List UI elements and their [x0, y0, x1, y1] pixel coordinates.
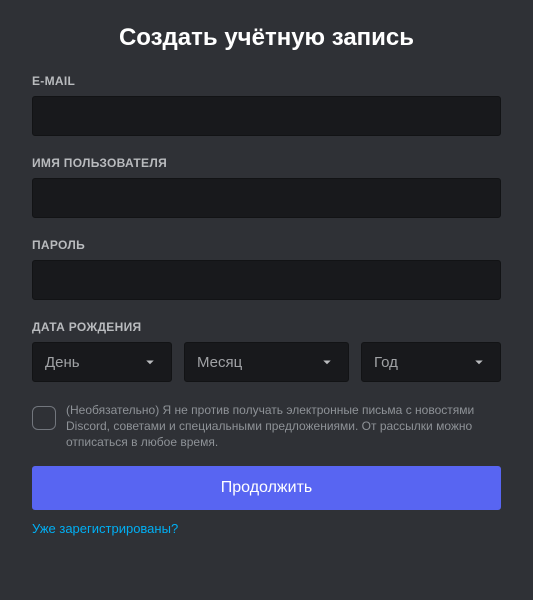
password-input[interactable]	[32, 260, 501, 300]
continue-button[interactable]: Продолжить	[32, 466, 501, 510]
already-registered-link[interactable]: Уже зарегистрированы?	[32, 521, 178, 536]
username-input[interactable]	[32, 178, 501, 218]
chevron-down-icon	[141, 353, 159, 371]
dob-year-select[interactable]: Год	[361, 342, 501, 382]
password-label: ПАРОЛЬ	[32, 238, 501, 252]
dob-month-value: Месяц	[197, 354, 242, 371]
register-form: Создать учётную запись E-MAIL ИМЯ ПОЛЬЗО…	[0, 0, 533, 538]
dob-day-value: День	[45, 354, 80, 371]
marketing-optin-row: (Необязательно) Я не против получать эле…	[32, 402, 501, 450]
chevron-down-icon	[470, 353, 488, 371]
dob-field-group: ДАТА РОЖДЕНИЯ День Месяц	[32, 320, 501, 382]
dob-month-select[interactable]: Месяц	[184, 342, 349, 382]
username-label: ИМЯ ПОЛЬЗОВАТЕЛЯ	[32, 156, 501, 170]
password-field-group: ПАРОЛЬ	[32, 238, 501, 300]
chevron-down-icon	[318, 353, 336, 371]
email-label: E-MAIL	[32, 74, 501, 88]
dob-label: ДАТА РОЖДЕНИЯ	[32, 320, 501, 334]
dob-day-select[interactable]: День	[32, 342, 172, 382]
username-field-group: ИМЯ ПОЛЬЗОВАТЕЛЯ	[32, 156, 501, 218]
page-title: Создать учётную запись	[32, 24, 501, 52]
email-field-group: E-MAIL	[32, 74, 501, 136]
dob-year-value: Год	[374, 354, 398, 371]
marketing-optin-checkbox[interactable]	[32, 406, 56, 430]
email-input[interactable]	[32, 96, 501, 136]
dob-row: День Месяц Год	[32, 342, 501, 382]
marketing-optin-text: (Необязательно) Я не против получать эле…	[66, 402, 501, 450]
